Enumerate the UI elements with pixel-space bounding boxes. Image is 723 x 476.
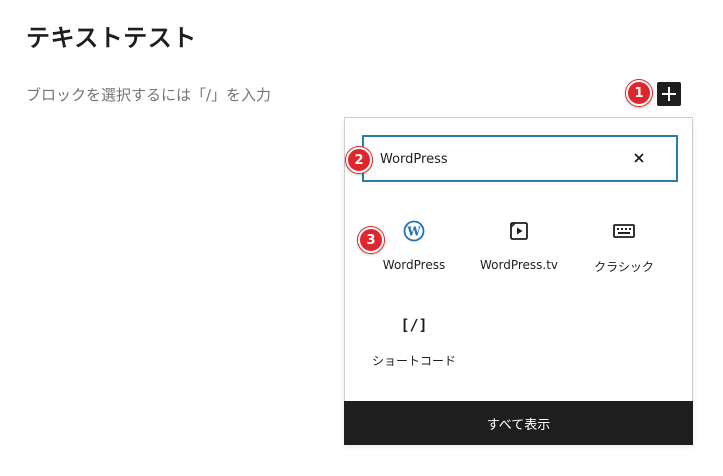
block-option-shortcode[interactable]: [/] ショートコード [359, 312, 469, 369]
block-option-label: ショートコード [371, 354, 456, 368]
annotation-marker-1: 1 [626, 80, 652, 106]
block-inserter-popover: W WordPress WordPress.tv クラシック [344, 117, 693, 445]
block-inserter-toggle-button[interactable] [657, 82, 681, 106]
video-play-icon [510, 222, 528, 240]
svg-text:W: W [406, 225, 421, 239]
plus-icon [662, 87, 676, 101]
block-search-input[interactable] [378, 137, 632, 182]
show-all-button[interactable]: すべて表示 [344, 401, 693, 445]
block-option-label: WordPress.tv [479, 258, 559, 272]
block-option-wordpress-tv[interactable]: WordPress.tv [464, 218, 574, 272]
block-search-field[interactable] [362, 135, 678, 182]
block-option-label: クラシック [594, 260, 654, 274]
clear-search-button[interactable] [628, 147, 650, 169]
keyboard-icon [613, 224, 635, 238]
wordpress-icon: W [403, 220, 425, 242]
block-option-classic[interactable]: クラシック [569, 218, 679, 275]
post-title[interactable]: テキストテスト [26, 18, 197, 53]
block-option-label: WordPress [382, 258, 446, 272]
shortcode-icon: [/] [400, 316, 428, 334]
block-placeholder[interactable]: ブロックを選択するには「/」を入力 [26, 84, 271, 105]
annotation-marker-2: 2 [346, 147, 372, 173]
annotation-marker-3: 3 [358, 227, 384, 253]
close-icon [634, 153, 644, 163]
